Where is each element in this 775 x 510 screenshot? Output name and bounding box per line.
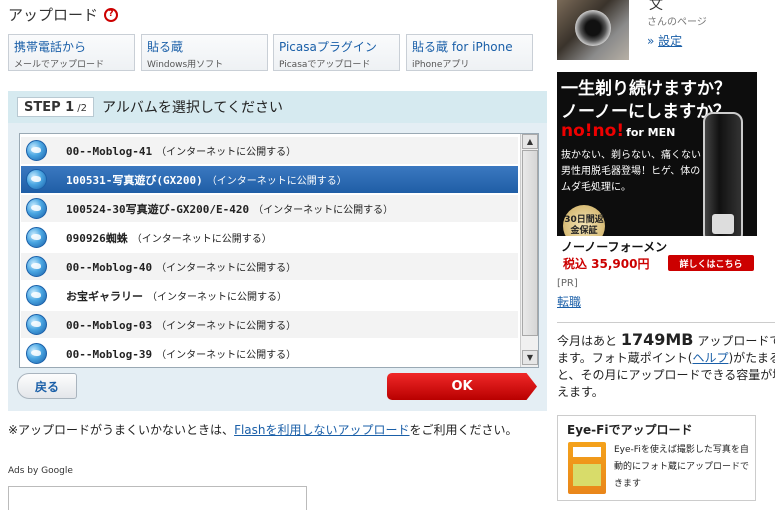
album-visibility: （インターネットに公開する） <box>131 233 272 245</box>
album-row[interactable]: 00--Moblog-03 （インターネットに公開する） <box>21 311 518 338</box>
settings-link[interactable]: » 設定 <box>647 32 682 49</box>
quota-line2-tail: )がたまる <box>728 351 775 365</box>
album-name: 00--Moblog-40 <box>66 261 153 274</box>
globe-icon <box>26 285 47 306</box>
album-row[interactable]: 00--Moblog-41 （インターネットに公開する） <box>21 137 518 164</box>
job-ad-link[interactable]: 転職 <box>557 293 581 310</box>
ads-label: Ads by Google <box>8 466 73 476</box>
notice-suffix: をご利用ください。 <box>409 423 518 437</box>
step-header: STEP 1 /2 アルバムを選択してください <box>8 91 547 123</box>
method-picasa[interactable]: Picasaプラグイン Picasaでアップロード <box>273 34 400 71</box>
album-name: 00--Moblog-03 <box>66 319 153 332</box>
upload-quota: 今月はあと 1749MB アップロードでき ます。フォト蔵ポイント(ヘルプ)がた… <box>557 331 775 401</box>
album-visibility: （インターネットに公開する） <box>156 350 297 361</box>
album-row[interactable]: 090926蜘蛛 （インターネットに公開する） <box>21 224 518 251</box>
album-name: 00--Moblog-41 <box>66 145 153 158</box>
method-harukura-label[interactable]: 貼る蔵 <box>147 38 262 55</box>
album-name: 090926蜘蛛 <box>66 231 128 245</box>
banner-details-button[interactable]: 詳しくはこちら <box>668 255 754 271</box>
user-page-label: さんのページ <box>647 17 707 28</box>
album-row[interactable]: お宝ギャラリー （インターネットに公開する） <box>21 282 518 309</box>
ok-button[interactable]: OK <box>387 373 537 400</box>
settings-arrow: » <box>647 34 659 48</box>
page-title: アップロード ? <box>8 4 119 25</box>
ad-box[interactable] <box>8 486 307 510</box>
quota-line2: ます。フォト蔵ポイント( <box>557 351 693 365</box>
step-number: STEP 1 <box>24 100 75 115</box>
album-scrollbar[interactable]: ▲ ▼ <box>520 134 538 367</box>
user-avatar[interactable] <box>557 0 629 60</box>
step-badge: STEP 1 /2 <box>17 97 94 117</box>
banner-brand-suffix: for MEN <box>626 126 676 139</box>
method-mobile-sub: メールでアップロード <box>14 60 105 70</box>
eyefi-description: Eye-Fiを使えば撮影した写真を自動的にフォト蔵にアップロードできます <box>614 445 750 489</box>
globe-icon <box>26 256 47 277</box>
album-row[interactable]: 00--Moblog-39 （インターネットに公開する） <box>21 340 518 367</box>
globe-icon <box>26 198 47 219</box>
quota-prefix: 今月はあと <box>557 334 618 348</box>
back-button[interactable]: 戻る <box>17 373 77 399</box>
method-iphone-label[interactable]: 貼る蔵 for iPhone <box>412 38 527 55</box>
globe-icon <box>26 314 47 335</box>
quota-amount: 1749MB <box>620 331 694 349</box>
globe-icon <box>26 169 47 190</box>
method-iphone-sub: iPhoneアプリ <box>412 60 470 70</box>
banner-brand-name: no!no! <box>561 121 625 141</box>
settings-link-text[interactable]: 設定 <box>658 34 682 48</box>
quota-line-2: ます。フォト蔵ポイント(ヘルプ)がたまる <box>557 350 775 367</box>
album-visibility: （インターネットに公開する） <box>156 263 297 274</box>
sidebar-divider <box>557 322 775 323</box>
banner-price: 税込 35,900円 <box>563 257 650 271</box>
method-picasa-sub: Picasaでアップロード <box>279 60 371 70</box>
shaver-device-image <box>703 112 743 244</box>
album-row[interactable]: 00--Moblog-40 （インターネットに公開する） <box>21 253 518 280</box>
notice-prefix: ※アップロードがうまくいかないときは、 <box>8 423 235 437</box>
eyefi-card-icon[interactable] <box>568 442 606 494</box>
album-name: 00--Moblog-39 <box>66 348 153 361</box>
album-row[interactable]: 100524-30写真遊び-GX200/E-420 （インターネットに公開する） <box>21 195 518 222</box>
album-visibility: （インターネットに公開する） <box>206 175 347 187</box>
globe-icon <box>26 140 47 161</box>
method-mobile-label[interactable]: 携帯電話から <box>14 38 129 55</box>
step-total: /2 <box>77 103 87 114</box>
pr-label: [PR] <box>557 278 578 289</box>
quota-line-3: と、その月にアップロードできる容量が増 <box>557 368 775 382</box>
user-name: 文 <box>649 0 663 13</box>
scroll-up-icon[interactable]: ▲ <box>522 134 538 149</box>
globe-icon <box>26 227 47 248</box>
method-picasa-label[interactable]: Picasaプラグイン <box>279 38 394 55</box>
scroll-down-icon[interactable]: ▼ <box>522 350 538 365</box>
non-flash-upload-link[interactable]: Flashを利用しないアップロード <box>234 423 409 437</box>
page-title-text: アップロード <box>8 6 99 24</box>
banner-body: 抜かない、剃らない、痛くない男性用脱毛器登場！ヒゲ、体のムダ毛処理に。 <box>561 150 701 193</box>
scroll-thumb[interactable] <box>522 150 538 336</box>
album-list[interactable]: 00--Moblog-41 （インターネットに公開する） 100531-写真遊び(… <box>19 133 539 368</box>
banner-headline-1: 一生剃り続けますか？ <box>561 79 731 99</box>
help-link[interactable]: ヘルプ <box>692 351 728 365</box>
step-title: アルバムを選択してください <box>101 100 283 116</box>
method-harukura-sub: Windows用ソフト <box>147 60 224 70</box>
eyefi-box[interactable]: Eye-Fiでアップロード Eye-Fiを使えば撮影した写真を自動的にフォト蔵に… <box>557 415 756 501</box>
quota-line-4: えます。 <box>557 385 604 399</box>
method-iphone[interactable]: 貼る蔵 for iPhone iPhoneアプリ <box>406 34 533 71</box>
quota-line1-tail: アップロードでき <box>697 334 775 348</box>
album-visibility: （インターネットに公開する） <box>253 204 394 216</box>
album-row-selected[interactable]: 100531-写真遊び(GX200) （インターネットに公開する） <box>21 166 518 193</box>
help-icon[interactable]: ? <box>104 7 119 22</box>
album-name: 100531-写真遊び(GX200) <box>66 173 203 187</box>
album-name: お宝ギャラリー <box>66 289 143 303</box>
upload-notice: ※アップロードがうまくいかないときは、Flashを利用しないアップロードをご利用… <box>8 421 518 438</box>
eyefi-title[interactable]: Eye-Fiでアップロード <box>567 421 692 438</box>
quota-line-1: 今月はあと 1749MB アップロードでき <box>557 331 775 350</box>
album-visibility: （インターネットに公開する） <box>147 291 287 303</box>
banner-brand: no!no! for MEN <box>561 121 675 141</box>
banner-product-name: ノーノーフォーメン <box>561 240 668 254</box>
album-visibility: （インターネットに公開する） <box>156 147 297 158</box>
method-mobile[interactable]: 携帯電話から メールでアップロード <box>8 34 135 71</box>
method-harukura[interactable]: 貼る蔵 Windows用ソフト <box>141 34 268 71</box>
album-visibility: （インターネットに公開する） <box>156 321 297 332</box>
album-name: 100524-30写真遊び-GX200/E-420 <box>66 202 250 216</box>
globe-icon <box>26 343 47 364</box>
